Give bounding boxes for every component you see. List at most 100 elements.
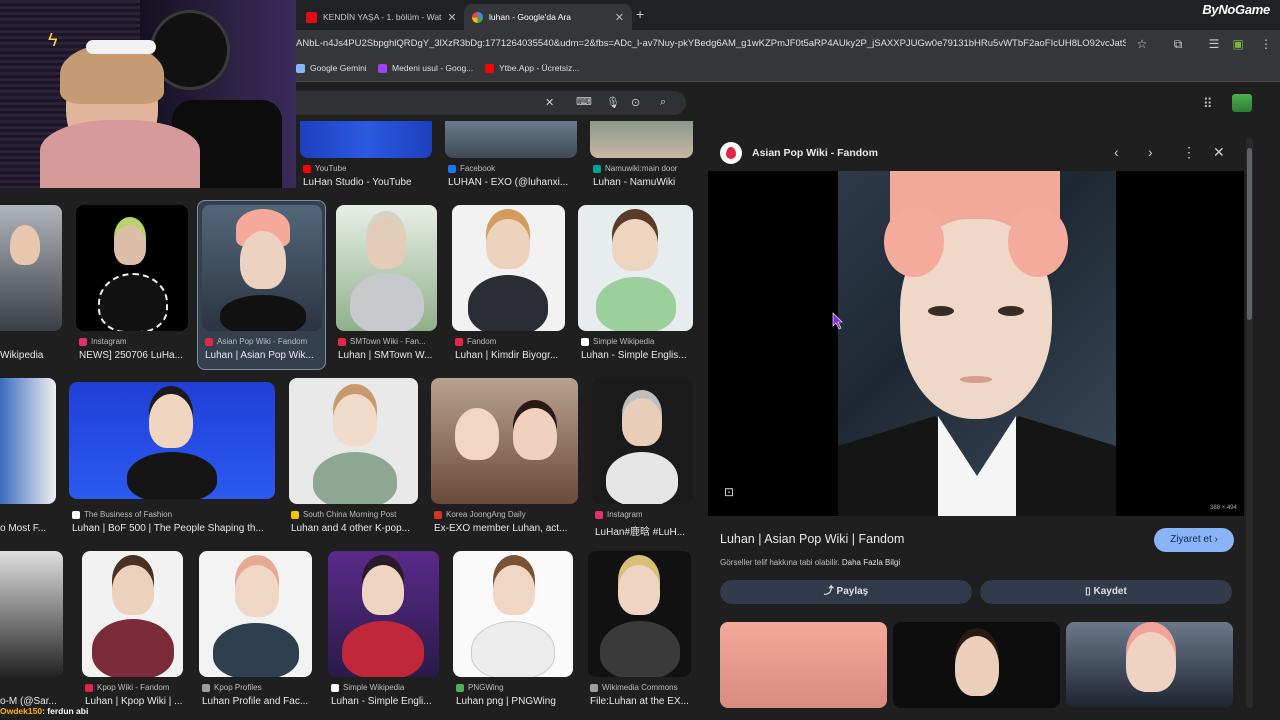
clear-icon[interactable]: ✕ <box>545 96 554 109</box>
result-image[interactable] <box>300 121 432 158</box>
keyboard-icon[interactable]: ⌨ <box>576 95 592 108</box>
result-caption[interactable]: Luhan | Kimdir Biyogr... <box>455 350 565 361</box>
visit-button[interactable]: Ziyaret et › <box>1154 528 1234 552</box>
result-source: The Business of Fashion <box>72 510 272 519</box>
copyright-notice: Görseller telif hakkına tabi olabilir. D… <box>720 558 901 567</box>
close-icon[interactable]: ✕ <box>615 11 624 24</box>
result-caption[interactable]: Luhan | SMTown W... <box>338 350 438 361</box>
result-caption[interactable]: File:Luhan at the EX... <box>590 696 693 707</box>
result-source: Fandom <box>455 337 565 346</box>
scrollbar-thumb[interactable] <box>1247 148 1252 320</box>
result-caption[interactable]: Luhan | Kpop Wiki | ... <box>85 696 185 707</box>
bookmark-medeni-usul[interactable]: Medeni usul - Goog... <box>378 63 473 73</box>
result-source: SMTown Wiki - Fan... <box>338 337 438 346</box>
result-image[interactable] <box>0 205 62 331</box>
result-source: Kpop Profiles <box>202 683 312 692</box>
result-caption[interactable]: Luhan - NamuWiki <box>593 177 693 188</box>
result-caption[interactable]: Luhan png | PNGWing <box>456 696 573 707</box>
result-image[interactable] <box>76 205 188 331</box>
save-button[interactable]: ▯ Kaydet <box>980 580 1232 604</box>
netflix-icon <box>306 11 317 23</box>
result-image[interactable] <box>452 205 565 331</box>
result-caption[interactable]: Luhan Profile and Fac... <box>202 696 312 707</box>
result-caption[interactable]: NEWS] 250706 LuHa... <box>79 350 187 361</box>
preview-image[interactable] <box>838 171 1116 516</box>
wikimedia-icon <box>590 683 598 692</box>
result-source: Kpop Wiki - Fandom <box>85 683 185 692</box>
result-caption[interactable]: Luhan | Asian Pop Wik... <box>205 350 323 361</box>
result-image[interactable] <box>590 121 693 158</box>
profile-icon[interactable]: ▣ <box>1230 36 1246 52</box>
result-image[interactable] <box>0 378 56 504</box>
result-caption[interactable]: Wikipedia <box>0 350 60 361</box>
pngwing-icon <box>456 683 464 692</box>
result-image[interactable] <box>445 121 577 158</box>
namuwiki-icon <box>593 164 601 173</box>
result-source: PNGWing <box>456 683 573 692</box>
result-image[interactable] <box>0 551 63 677</box>
tab-label: luhan - Google'da Ara <box>489 12 571 22</box>
bookmark-gemini[interactable]: Google Gemini <box>296 63 367 73</box>
result-source: Simple Wikipedia <box>581 337 693 346</box>
result-image[interactable] <box>592 378 693 504</box>
result-image[interactable] <box>202 205 322 331</box>
result-caption[interactable]: Luhan - Simple Engli... <box>331 696 439 707</box>
result-caption[interactable]: Ex-EXO member Luhan, act... <box>434 523 579 534</box>
result-caption[interactable]: Luhan and 4 other K-pop... <box>291 523 419 534</box>
lightning-icon: ϟ <box>48 30 58 50</box>
menu-icon[interactable]: ⋮ <box>1258 36 1274 52</box>
result-source: Asian Pop Wiki - Fandom <box>205 337 323 346</box>
close-icon[interactable]: ✕ <box>1213 144 1225 161</box>
webcam-overlay: ϟ <box>0 0 296 188</box>
previous-icon[interactable]: ‹ <box>1114 144 1119 160</box>
search-icon[interactable]: ⌕ <box>660 96 666 109</box>
tab-luhan-search[interactable]: luhan - Google'da Ara ✕ <box>464 4 632 30</box>
facebook-icon <box>448 164 456 173</box>
result-source: Facebook <box>448 164 573 173</box>
result-caption[interactable]: LuHan#鹿晗 #LuH... <box>595 523 693 538</box>
result-caption[interactable]: o Most F... <box>0 523 56 534</box>
related-image[interactable] <box>1066 622 1233 708</box>
learn-more-link[interactable]: Daha Fazla Bilgi <box>842 558 900 567</box>
close-icon[interactable]: ✕ <box>447 11 456 24</box>
lens-icon[interactable]: ⊡ <box>724 485 740 499</box>
result-image[interactable] <box>453 551 573 677</box>
fandom-icon <box>85 683 93 692</box>
bookmark-ytbe[interactable]: Ytbe.App - Ücretsiz... <box>485 63 579 73</box>
new-tab-button[interactable]: + <box>636 6 644 22</box>
preview-title[interactable]: Luhan | Asian Pop Wiki | Fandom <box>720 532 904 546</box>
reading-list-icon[interactable]: ☰ <box>1206 36 1222 52</box>
result-image[interactable] <box>289 378 418 504</box>
star-icon[interactable]: ☆ <box>1134 36 1150 52</box>
result-image[interactable] <box>588 551 691 677</box>
lens-icon[interactable]: ⊙ <box>631 96 640 109</box>
extensions-icon[interactable]: ⧉ <box>1170 36 1186 52</box>
search-input[interactable]: ✕ ⌨ 🎙︎ ⊙ ⌕ <box>296 91 686 115</box>
next-icon[interactable]: › <box>1148 144 1153 160</box>
related-image[interactable] <box>720 622 887 708</box>
result-image[interactable] <box>199 551 312 677</box>
result-image[interactable] <box>82 551 183 677</box>
url-field[interactable]: ANbL-n4Js4PU2SbpghlQRDgY_3lXzR3bDg:17712… <box>296 38 1126 49</box>
related-image[interactable] <box>893 622 1060 708</box>
fandom-icon <box>455 337 463 346</box>
account-avatar[interactable] <box>1232 94 1252 112</box>
more-options-icon[interactable]: ⋮ <box>1182 144 1196 161</box>
result-image[interactable] <box>336 205 437 331</box>
preview-site-name[interactable]: Asian Pop Wiki - Fandom <box>752 147 878 159</box>
tab-kendin-yasa[interactable]: KENDİN YAŞA - 1. bölüm - Wat ✕ <box>298 4 462 30</box>
youtube-icon <box>303 164 311 173</box>
mic-icon[interactable]: 🎙︎ <box>606 96 620 109</box>
share-button[interactable]: ⤴ Paylaş <box>720 580 972 604</box>
result-image[interactable] <box>578 205 693 331</box>
result-image[interactable] <box>328 551 439 677</box>
apps-grid-icon[interactable]: ⠿ <box>1203 96 1213 112</box>
result-caption[interactable]: LuHan Studio - YouTube <box>303 177 433 188</box>
result-caption[interactable]: Luhan - Simple Englis... <box>581 350 693 361</box>
instagram-icon <box>595 510 603 519</box>
result-caption[interactable]: Luhan | BoF 500 | The People Shaping th.… <box>72 523 272 534</box>
result-caption[interactable]: LUHAN - EXO (@luhanxi... <box>448 177 578 188</box>
fandom-icon <box>205 337 213 346</box>
result-image[interactable] <box>69 382 275 499</box>
result-image[interactable] <box>431 378 578 504</box>
